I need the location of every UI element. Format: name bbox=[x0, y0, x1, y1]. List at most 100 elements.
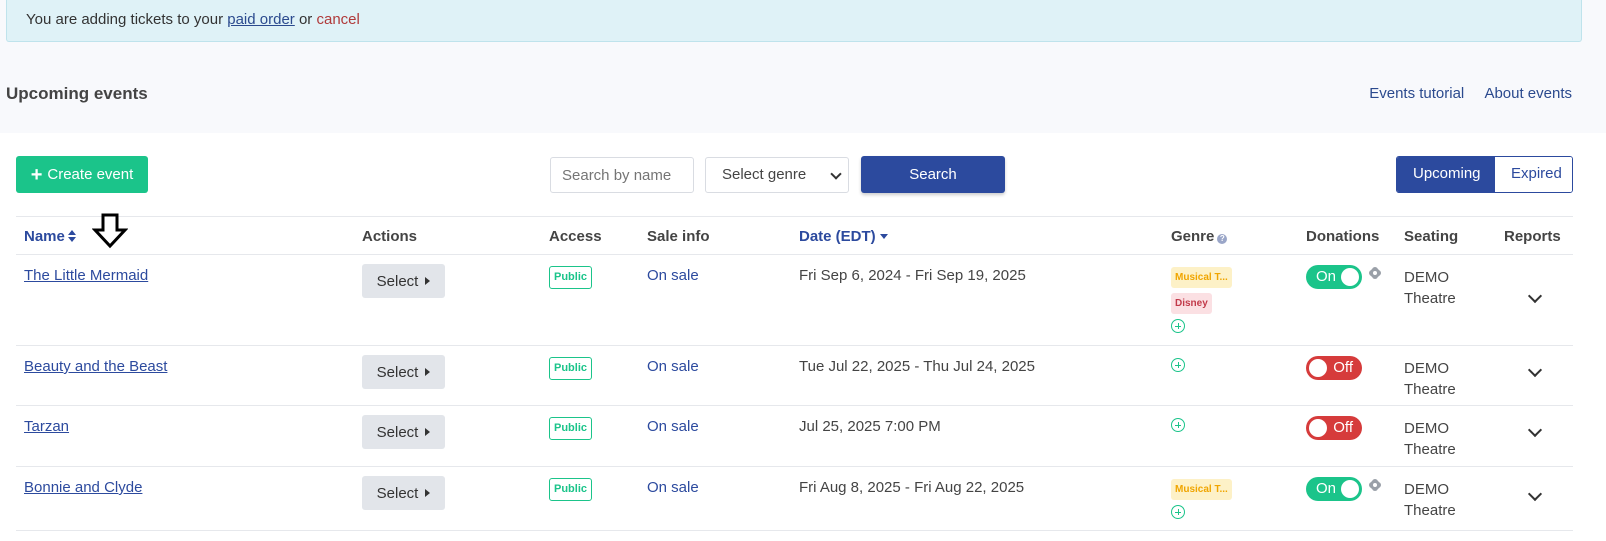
select-label: Select bbox=[376, 423, 419, 441]
genre-select[interactable]: Select genre bbox=[705, 157, 849, 193]
access-badge: Public bbox=[549, 266, 593, 289]
chevron-down-icon[interactable] bbox=[1527, 422, 1543, 438]
order-alert: You are adding tickets to your paid orde… bbox=[6, 0, 1582, 42]
seating-line: Theatre bbox=[1404, 381, 1456, 398]
table-row: Bonnie and Clyde Select Public On sale F… bbox=[16, 467, 1573, 531]
toggle-knob bbox=[1309, 419, 1327, 437]
caret-right-icon bbox=[425, 428, 431, 436]
genre-list: Musical T... bbox=[1171, 479, 1232, 519]
column-name[interactable]: Name bbox=[24, 228, 76, 245]
event-name-link[interactable]: Bonnie and Clyde bbox=[24, 479, 142, 496]
about-events-link[interactable]: About events bbox=[1484, 85, 1572, 102]
add-genre-icon[interactable] bbox=[1171, 418, 1185, 432]
search-button[interactable]: Search bbox=[861, 156, 1005, 193]
help-icon[interactable]: ? bbox=[1217, 234, 1228, 244]
add-genre-icon[interactable] bbox=[1171, 358, 1185, 372]
column-date-label: Date (EDT) bbox=[799, 228, 876, 245]
genre-tag[interactable]: Musical T... bbox=[1171, 479, 1232, 500]
select-action-button[interactable]: Select bbox=[362, 415, 445, 449]
genre-tag[interactable]: Musical T... bbox=[1171, 267, 1232, 288]
cancel-link[interactable]: cancel bbox=[316, 11, 359, 28]
create-event-label: Create event bbox=[47, 166, 134, 183]
toggle-label: Off bbox=[1333, 359, 1353, 376]
table-row: The Little Mermaid Select Public On sale… bbox=[16, 255, 1573, 346]
seating-line: DEMO bbox=[1404, 481, 1449, 498]
event-name-link[interactable]: Beauty and the Beast bbox=[24, 358, 167, 375]
event-name-link[interactable]: The Little Mermaid bbox=[24, 267, 148, 284]
toggle-label: On bbox=[1316, 480, 1337, 497]
expired-toggle[interactable]: Expired bbox=[1495, 157, 1572, 192]
sort-desc-icon bbox=[879, 234, 888, 239]
column-genre: Genre? bbox=[1171, 228, 1228, 245]
upcoming-toggle[interactable]: Upcoming bbox=[1397, 157, 1495, 192]
select-action-button[interactable]: Select bbox=[362, 355, 445, 389]
events-table: Name Actions Access Sale info Date (EDT)… bbox=[16, 216, 1573, 531]
gear-icon[interactable] bbox=[1368, 266, 1382, 280]
genre-list bbox=[1171, 418, 1185, 432]
chevron-down-icon[interactable] bbox=[1527, 486, 1543, 502]
select-action-button[interactable]: Select bbox=[362, 476, 445, 510]
page-title: Upcoming events bbox=[6, 84, 148, 103]
gear-icon[interactable] bbox=[1368, 478, 1382, 492]
plus-icon: + bbox=[30, 163, 43, 186]
seating-line: DEMO bbox=[1404, 269, 1449, 286]
sale-status-link[interactable]: On sale bbox=[647, 267, 699, 284]
access-badge: Public bbox=[549, 357, 593, 380]
seating-line: Theatre bbox=[1404, 502, 1456, 519]
column-donations: Donations bbox=[1306, 228, 1380, 245]
donations-control: Off bbox=[1306, 416, 1362, 440]
column-name-label: Name bbox=[24, 228, 65, 245]
seating-info: DEMO Theatre bbox=[1404, 418, 1474, 460]
column-genre-label: Genre bbox=[1171, 228, 1215, 245]
donations-control: Off bbox=[1306, 356, 1362, 380]
sale-status-link[interactable]: On sale bbox=[647, 358, 699, 375]
select-label: Select bbox=[376, 363, 419, 381]
genre-list: Musical T... Disney bbox=[1171, 267, 1232, 333]
alert-text-or: or bbox=[294, 11, 317, 28]
select-label: Select bbox=[376, 484, 419, 502]
table-row: Tarzan Select Public On sale Jul 25, 202… bbox=[16, 406, 1573, 467]
column-date[interactable]: Date (EDT) bbox=[799, 228, 888, 245]
seating-info: DEMO Theatre bbox=[1404, 358, 1474, 400]
column-seating: Seating bbox=[1404, 228, 1459, 245]
toggle-knob bbox=[1341, 268, 1359, 286]
donations-toggle[interactable]: On bbox=[1306, 265, 1362, 289]
search-input[interactable] bbox=[550, 157, 694, 193]
toggle-label: Off bbox=[1333, 419, 1353, 436]
event-date: Fri Sep 6, 2024 - Fri Sep 19, 2025 bbox=[799, 267, 1026, 284]
donations-control: On bbox=[1306, 477, 1382, 501]
paid-order-link[interactable]: paid order bbox=[227, 11, 295, 28]
genre-tag[interactable]: Disney bbox=[1171, 293, 1212, 314]
table-header: Name Actions Access Sale info Date (EDT)… bbox=[16, 216, 1573, 255]
alert-text: You are adding tickets to your bbox=[26, 11, 228, 28]
toggle-label: On bbox=[1316, 268, 1337, 285]
seating-line: Theatre bbox=[1404, 441, 1456, 458]
sale-status-link[interactable]: On sale bbox=[647, 418, 699, 435]
chevron-down-icon[interactable] bbox=[1527, 362, 1543, 378]
arrow-down-icon bbox=[92, 213, 128, 249]
add-genre-icon[interactable] bbox=[1171, 319, 1185, 333]
create-event-button[interactable]: + Create event bbox=[16, 156, 148, 193]
event-date: Tue Jul 22, 2025 - Thu Jul 24, 2025 bbox=[799, 358, 1035, 375]
seating-line: DEMO bbox=[1404, 360, 1449, 377]
donations-control: On bbox=[1306, 265, 1382, 289]
sale-status-link[interactable]: On sale bbox=[647, 479, 699, 496]
genre-list bbox=[1171, 358, 1185, 372]
donations-toggle[interactable]: Off bbox=[1306, 356, 1362, 380]
donations-toggle[interactable]: Off bbox=[1306, 416, 1362, 440]
select-action-button[interactable]: Select bbox=[362, 264, 445, 298]
donations-toggle[interactable]: On bbox=[1306, 477, 1362, 501]
sort-icon bbox=[67, 230, 76, 242]
event-date: Fri Aug 8, 2025 - Fri Aug 22, 2025 bbox=[799, 479, 1025, 496]
events-tutorial-link[interactable]: Events tutorial bbox=[1369, 85, 1464, 102]
header-links: Events tutorial About events bbox=[1353, 85, 1572, 102]
chevron-down-icon[interactable] bbox=[1527, 288, 1543, 304]
add-genre-icon[interactable] bbox=[1171, 505, 1185, 519]
column-sale-info: Sale info bbox=[647, 228, 710, 245]
event-name-link[interactable]: Tarzan bbox=[24, 418, 69, 435]
event-date: Jul 25, 2025 7:00 PM bbox=[799, 418, 941, 435]
seating-line: DEMO bbox=[1404, 420, 1449, 437]
access-badge: Public bbox=[549, 417, 593, 440]
column-access: Access bbox=[549, 228, 602, 245]
seating-line: Theatre bbox=[1404, 290, 1456, 307]
